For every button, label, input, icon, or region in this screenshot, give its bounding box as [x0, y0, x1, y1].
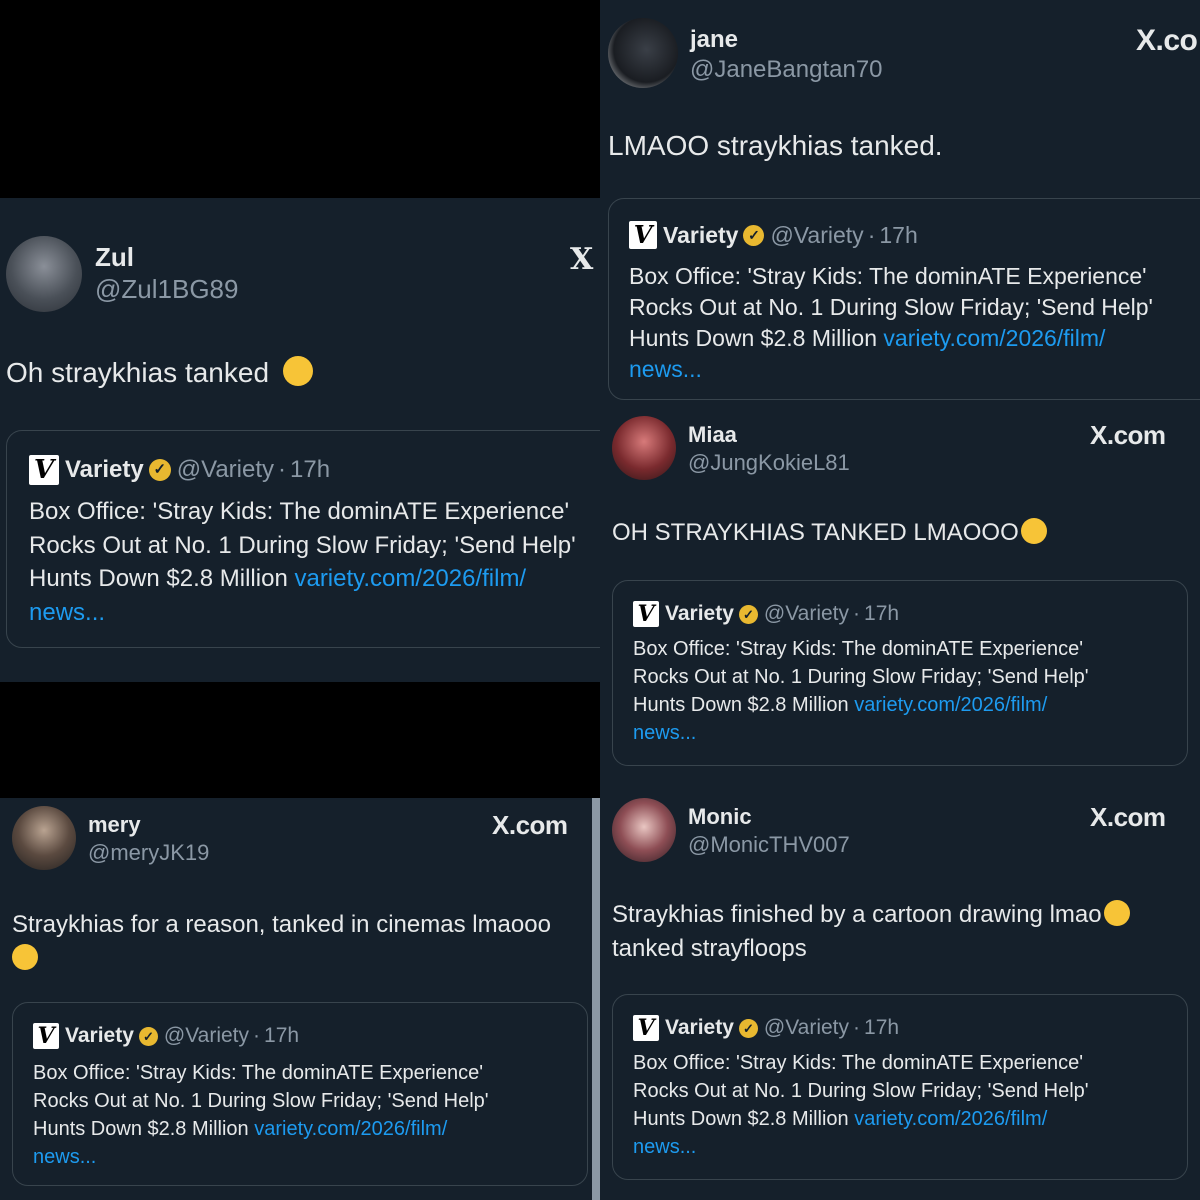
quoted-username[interactable]: @Variety: [764, 602, 849, 626]
quoted-tweet-text: Box Office: 'Stray Kids: The dominATE Ex…: [33, 1059, 489, 1171]
avatar[interactable]: [6, 236, 82, 312]
quoted-display-name[interactable]: Variety: [665, 1016, 734, 1040]
username[interactable]: @MonicTHV007: [688, 832, 850, 858]
quoted-tweet-header: V Variety @Variety · 17h: [29, 455, 330, 485]
quoted-tweet-header: V Variety @Variety · 17h: [633, 1015, 899, 1041]
blacked-out-area-middle-left: [0, 682, 600, 798]
article-link[interactable]: variety.com/2026/film/: [294, 565, 526, 592]
post-mery[interactable]: mery @meryJK19 X.com Straykhias for a re…: [0, 798, 592, 1200]
variety-logo-icon: V: [629, 221, 657, 249]
post-miaa[interactable]: Miaa @JungKokieL81 X.com OH STRAYKHIAS T…: [600, 402, 1200, 780]
display-name[interactable]: Zul: [95, 242, 134, 273]
quoted-username[interactable]: @Variety: [177, 456, 274, 484]
x-com-logo: X.com: [1090, 420, 1166, 450]
x-com-logo: X.co: [1136, 24, 1198, 57]
verified-badge-icon: [148, 459, 171, 481]
quoted-tweet-card[interactable]: V Variety @Variety · 17h Box Office: 'St…: [608, 198, 1200, 400]
article-link[interactable]: variety.com/2026/film/: [854, 694, 1047, 716]
quoted-tweet-header: V Variety @Variety · 17h: [33, 1023, 299, 1049]
loudly-crying-face-icon: [1103, 900, 1130, 926]
separator-dot: ·: [867, 221, 876, 248]
username[interactable]: @JaneBangtan70: [690, 56, 883, 84]
separator-dot: ·: [278, 456, 287, 483]
verified-badge-icon: [738, 1018, 758, 1038]
display-name[interactable]: jane: [690, 26, 738, 54]
quoted-username[interactable]: @Variety: [770, 222, 863, 249]
timestamp[interactable]: 17h: [864, 602, 899, 626]
quoted-tweet-card[interactable]: V Variety @Variety · 17h Box Office: 'St…: [612, 580, 1188, 766]
username[interactable]: @meryJK19: [88, 840, 209, 866]
quoted-username[interactable]: @Variety: [164, 1024, 249, 1048]
quoted-tweet-text: Box Office: 'Stray Kids: The dominATE Ex…: [29, 495, 576, 629]
article-link-continued[interactable]: news...: [633, 1133, 1089, 1161]
article-link-continued[interactable]: news...: [33, 1143, 489, 1171]
verified-badge-icon: [738, 604, 758, 624]
x-com-logo: X.com: [492, 810, 568, 840]
article-link-continued[interactable]: news...: [633, 719, 1089, 747]
separator-dot: ·: [253, 1024, 261, 1047]
quoted-tweet-card[interactable]: V Variety @Variety · 17h Box Office: 'St…: [12, 1002, 588, 1186]
timestamp[interactable]: 17h: [264, 1024, 299, 1048]
username[interactable]: @JungKokieL81: [688, 450, 850, 476]
quoted-tweet-text: Box Office: 'Stray Kids: The dominATE Ex…: [629, 261, 1153, 385]
avatar[interactable]: [612, 416, 676, 480]
avatar[interactable]: [12, 806, 76, 870]
post-jane[interactable]: jane @JaneBangtan70 X.co LMAOO straykhia…: [600, 0, 1200, 402]
article-link-continued[interactable]: news...: [29, 596, 576, 630]
variety-logo-icon: V: [633, 1015, 659, 1041]
quoted-display-name[interactable]: Variety: [663, 222, 738, 249]
display-name[interactable]: mery: [88, 812, 141, 838]
article-link[interactable]: variety.com/2026/film/: [883, 325, 1105, 351]
username[interactable]: @Zul1BG89: [95, 274, 238, 305]
variety-logo-icon: V: [633, 601, 659, 627]
loudly-crying-face-icon: [282, 356, 313, 386]
avatar[interactable]: [608, 18, 678, 88]
quoted-display-name[interactable]: Variety: [65, 1024, 134, 1048]
quoted-username[interactable]: @Variety: [764, 1016, 849, 1040]
variety-logo-icon: V: [33, 1023, 59, 1049]
separator-dot: ·: [853, 602, 861, 625]
article-link[interactable]: variety.com/2026/film/: [254, 1118, 447, 1140]
timestamp[interactable]: 17h: [290, 456, 330, 484]
quoted-display-name[interactable]: Variety: [65, 456, 144, 484]
tweet-text: OH STRAYKHIAS TANKED LMAOOO: [612, 518, 1047, 547]
article-link-continued[interactable]: news...: [629, 354, 1153, 385]
divider: [592, 798, 600, 1200]
tweet-text: Straykhias for a reason, tanked in cinem…: [12, 908, 551, 976]
quoted-tweet-text: Box Office: 'Stray Kids: The dominATE Ex…: [633, 1049, 1089, 1161]
variety-logo-icon: V: [29, 455, 59, 485]
tears-of-joy-face-icon: [1020, 518, 1047, 544]
blacked-out-area-top-left: [0, 0, 600, 198]
quoted-tweet-text: Box Office: 'Stray Kids: The dominATE Ex…: [633, 635, 1089, 747]
loudly-crying-face-icon: [12, 944, 38, 970]
tweet-text: Oh straykhias tanked: [6, 356, 313, 389]
quoted-tweet-card[interactable]: V Variety @Variety · 17h Box Office: 'St…: [612, 994, 1188, 1180]
display-name[interactable]: Monic: [688, 804, 752, 830]
verified-badge-icon: [743, 224, 765, 246]
quoted-tweet-header: V Variety @Variety · 17h: [633, 601, 899, 627]
x-com-logo: X.com: [1090, 802, 1166, 832]
display-name[interactable]: Miaa: [688, 422, 737, 448]
timestamp[interactable]: 17h: [879, 222, 917, 249]
quoted-tweet-card[interactable]: V Variety @Variety · 17h Box Office: 'St…: [6, 430, 600, 648]
quoted-display-name[interactable]: Variety: [665, 602, 734, 626]
article-link[interactable]: variety.com/2026/film/: [854, 1108, 1047, 1130]
x-logo-icon: X: [570, 242, 593, 277]
post-monic[interactable]: Monic @MonicTHV007 X.com Straykhias fini…: [600, 780, 1200, 1200]
tweet-text: Straykhias finished by a cartoon drawing…: [612, 898, 1130, 966]
separator-dot: ·: [853, 1016, 861, 1039]
verified-badge-icon: [138, 1026, 158, 1046]
avatar[interactable]: [612, 798, 676, 862]
quoted-tweet-header: V Variety @Variety · 17h: [629, 221, 918, 249]
post-zul[interactable]: Zul @Zul1BG89 X Oh straykhias tanked V V…: [0, 198, 600, 682]
timestamp[interactable]: 17h: [864, 1016, 899, 1040]
tweet-text: LMAOO straykhias tanked.: [608, 130, 943, 161]
